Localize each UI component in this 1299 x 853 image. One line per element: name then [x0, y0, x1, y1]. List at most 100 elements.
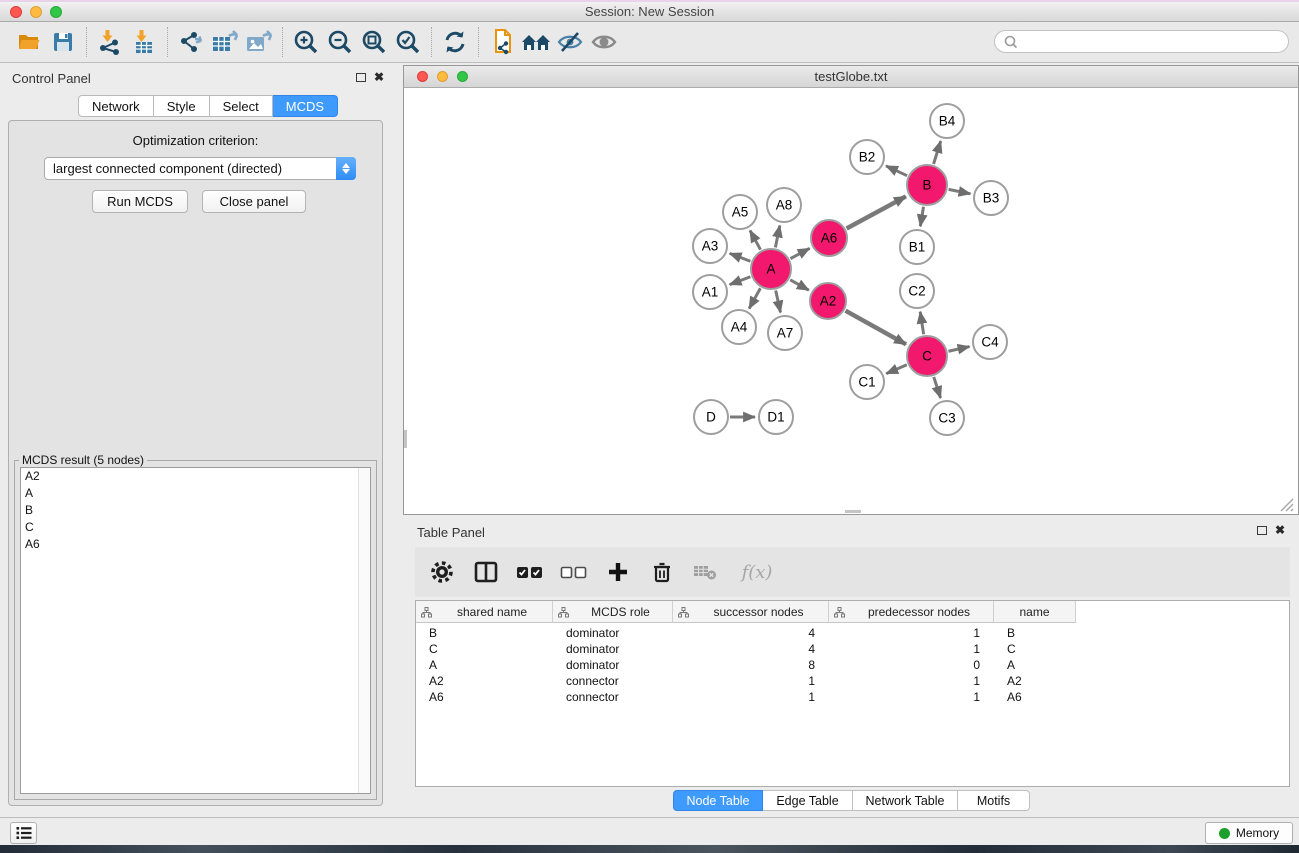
table-row[interactable]: Bdominator41B — [416, 625, 1076, 641]
cell[interactable]: dominator — [553, 657, 673, 673]
mcds-result-list[interactable]: A2ABCA6 — [20, 467, 371, 794]
memory-button[interactable]: Memory — [1205, 822, 1293, 844]
table-settings-button[interactable] — [427, 557, 457, 587]
cell[interactable]: A2 — [416, 673, 553, 689]
column-header-name[interactable]: name — [994, 601, 1076, 623]
select-all-columns-button[interactable] — [515, 557, 545, 587]
cell[interactable]: 4 — [673, 625, 829, 641]
criterion-select[interactable]: largest connected component (directed) — [44, 157, 356, 180]
export-image-button[interactable] — [242, 26, 276, 58]
tab-mcds[interactable]: MCDS — [273, 95, 338, 117]
window-minimize-button[interactable] — [30, 6, 42, 18]
cell[interactable]: 1 — [829, 673, 994, 689]
table-row[interactable]: A6connector11A6 — [416, 689, 1076, 705]
node-D[interactable]: D — [694, 400, 728, 434]
function-builder-button[interactable]: f(x) — [735, 557, 779, 587]
edge-A-A7[interactable] — [776, 290, 781, 312]
result-item[interactable]: C — [21, 519, 370, 536]
cell[interactable]: dominator — [553, 625, 673, 641]
search-input[interactable] — [1022, 35, 1288, 49]
unselect-all-columns-button[interactable] — [559, 557, 589, 587]
cell[interactable]: B — [416, 625, 553, 641]
tab-motifs[interactable]: Motifs — [958, 790, 1030, 811]
result-list-scrollbar[interactable] — [358, 468, 370, 793]
cell[interactable]: A — [994, 657, 1076, 673]
tab-node-table[interactable]: Node Table — [673, 790, 763, 811]
column-header-successor-nodes[interactable]: successor nodes — [673, 601, 829, 623]
search-field[interactable] — [994, 30, 1289, 53]
edge-B-B2[interactable] — [886, 166, 907, 176]
node-A[interactable]: A — [751, 249, 791, 289]
node-table[interactable]: shared nameMCDS rolesuccessor nodesprede… — [415, 600, 1290, 787]
resize-grip[interactable] — [1278, 496, 1295, 513]
delete-column-button[interactable] — [647, 557, 677, 587]
show-column-panel-button[interactable] — [471, 557, 501, 587]
tab-style[interactable]: Style — [154, 95, 210, 117]
node-B4[interactable]: B4 — [930, 104, 964, 138]
new-network-from-selection-button[interactable] — [485, 26, 519, 58]
hide-glass-button[interactable] — [553, 26, 587, 58]
window-close-button[interactable] — [10, 6, 22, 18]
show-graphics-button[interactable] — [587, 26, 621, 58]
cell[interactable]: A6 — [994, 689, 1076, 705]
delete-table-button[interactable] — [691, 557, 721, 587]
column-header-predecessor-nodes[interactable]: predecessor nodes — [829, 601, 994, 623]
import-network-button[interactable] — [93, 26, 127, 58]
node-A7[interactable]: A7 — [768, 316, 802, 350]
cell[interactable]: A — [416, 657, 553, 673]
close-table-panel-icon[interactable]: ✖ — [1275, 525, 1285, 535]
node-A4[interactable]: A4 — [722, 310, 756, 344]
network-horizontal-scrollbar[interactable] — [845, 510, 861, 513]
zoom-out-button[interactable] — [323, 26, 357, 58]
open-session-button[interactable] — [12, 26, 46, 58]
edge-A-A3[interactable] — [730, 253, 751, 261]
result-item[interactable]: B — [21, 502, 370, 519]
edge-C-C1[interactable] — [886, 365, 907, 374]
apply-layout-button[interactable] — [438, 26, 472, 58]
export-network-button[interactable] — [174, 26, 208, 58]
network-canvas[interactable]: B4B2BB3A8A5A6A3B1AA1C2A2A4A7C4CC1C3DD1 — [404, 88, 1298, 514]
node-A5[interactable]: A5 — [723, 195, 757, 229]
network-zoom-button[interactable] — [457, 71, 468, 82]
cell[interactable]: 1 — [673, 689, 829, 705]
cell[interactable]: connector — [553, 673, 673, 689]
node-B3[interactable]: B3 — [974, 181, 1008, 215]
cell[interactable]: A6 — [416, 689, 553, 705]
network-minimize-button[interactable] — [437, 71, 448, 82]
close-panel-button[interactable]: Close panel — [202, 190, 306, 213]
network-vertical-scrollbar[interactable] — [404, 430, 407, 448]
cell[interactable]: 1 — [829, 689, 994, 705]
float-table-panel-icon[interactable] — [1257, 526, 1267, 535]
run-mcds-button[interactable]: Run MCDS — [92, 190, 188, 213]
save-session-button[interactable] — [46, 26, 80, 58]
tab-select[interactable]: Select — [210, 95, 273, 117]
node-B1[interactable]: B1 — [900, 230, 934, 264]
cell[interactable]: 1 — [829, 641, 994, 657]
close-panel-icon[interactable]: ✖ — [374, 72, 384, 82]
result-item[interactable]: A6 — [21, 536, 370, 553]
edge-A2-C[interactable] — [845, 311, 906, 345]
node-C[interactable]: C — [907, 336, 947, 376]
edge-B-B4[interactable] — [934, 141, 941, 164]
tab-edge-table[interactable]: Edge Table — [763, 790, 853, 811]
edge-B-B1[interactable] — [920, 207, 923, 227]
table-row[interactable]: A2connector11A2 — [416, 673, 1076, 689]
tab-network[interactable]: Network — [78, 95, 154, 117]
edge-C-C4[interactable] — [948, 347, 969, 352]
cell[interactable]: 1 — [829, 625, 994, 641]
result-item[interactable]: A2 — [21, 468, 370, 485]
cell[interactable]: 8 — [673, 657, 829, 673]
table-row[interactable]: Adominator80A — [416, 657, 1076, 673]
node-B[interactable]: B — [907, 165, 947, 205]
zoom-selected-button[interactable] — [391, 26, 425, 58]
network-close-button[interactable] — [417, 71, 428, 82]
cell[interactable]: 0 — [829, 657, 994, 673]
edge-A-A6[interactable] — [790, 248, 809, 258]
cell[interactable]: 1 — [673, 673, 829, 689]
export-table-button[interactable] — [208, 26, 242, 58]
node-A6[interactable]: A6 — [811, 220, 847, 256]
cell[interactable]: connector — [553, 689, 673, 705]
cell[interactable]: 4 — [673, 641, 829, 657]
edge-A-A2[interactable] — [790, 280, 809, 290]
node-C1[interactable]: C1 — [850, 365, 884, 399]
